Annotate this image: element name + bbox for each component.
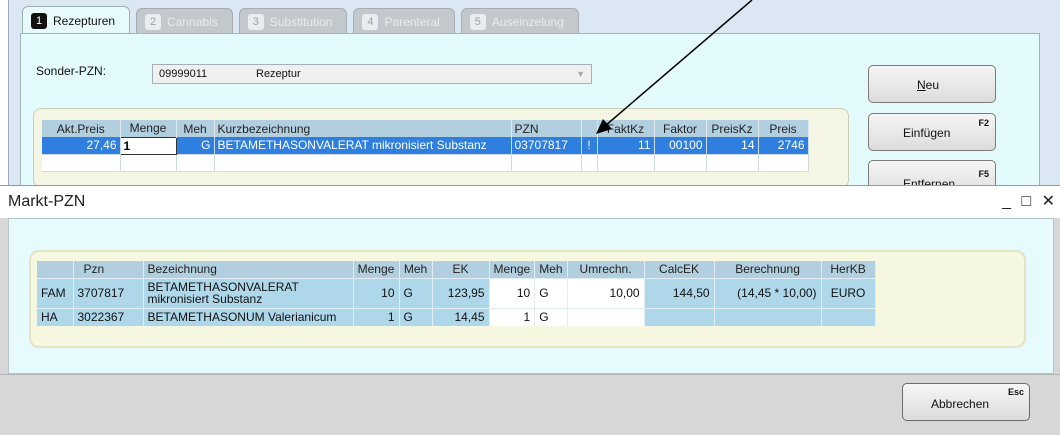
annotation-arrow-icon [596,0,753,134]
